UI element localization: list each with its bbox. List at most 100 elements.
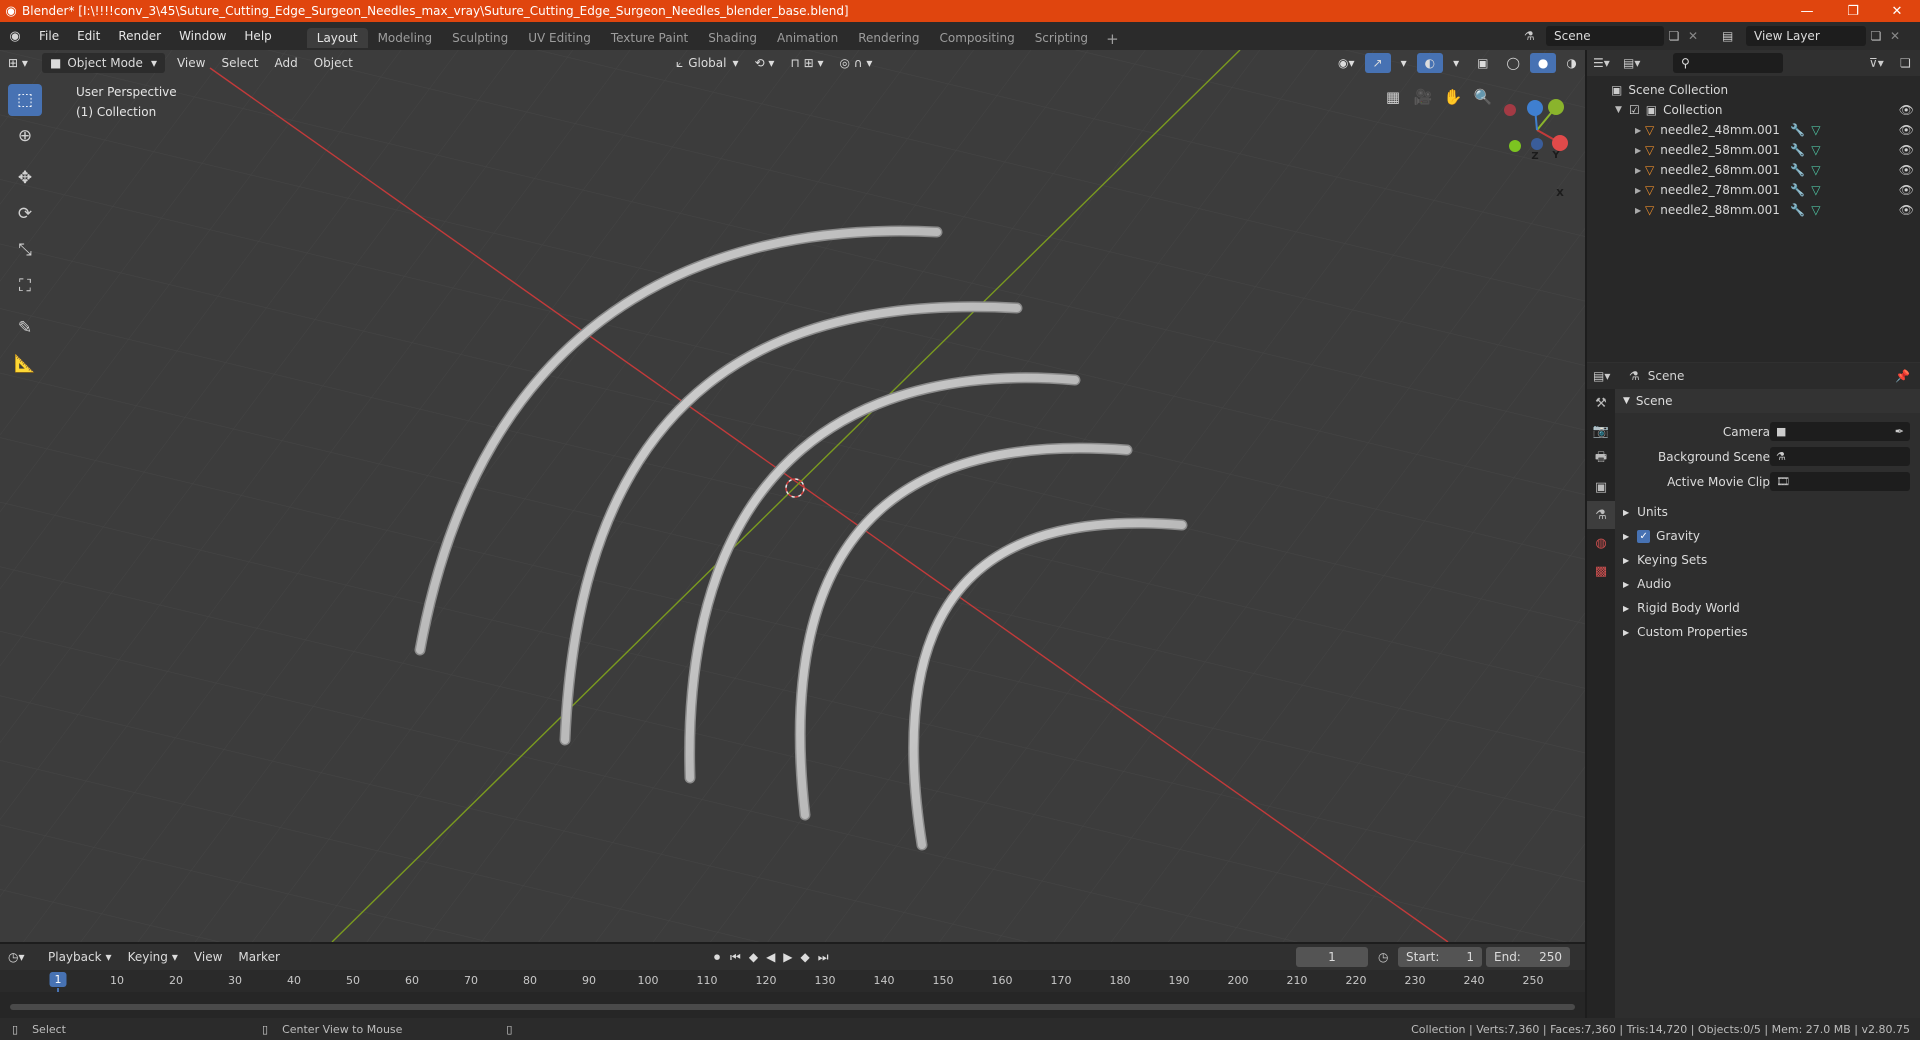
gravity-checkbox[interactable]: ✓ (1637, 529, 1651, 543)
new-collection-icon[interactable]: ❏ (1900, 56, 1911, 70)
jump-start-icon[interactable]: ⏮ (728, 947, 743, 967)
mesh-data-icon[interactable]: ▽ (1811, 143, 1820, 157)
start-frame-field[interactable]: Start: 1 (1398, 947, 1482, 967)
texture-tab-icon[interactable]: ▩ (1587, 557, 1615, 585)
display-mode-icon[interactable]: ▤▾ (1623, 56, 1663, 70)
minimize-button[interactable]: — (1784, 0, 1830, 22)
jump-end-icon[interactable]: ⏭ (816, 947, 831, 967)
transform-tool-icon[interactable]: ⛶ (8, 270, 42, 302)
modifier-wrench-icon[interactable]: 🔧 (1790, 203, 1805, 217)
custom-properties-panel[interactable]: ▶ Custom Properties (1615, 620, 1920, 644)
outliner-scene-collection[interactable]: ▣ Scene Collection (1587, 80, 1920, 100)
clock-icon[interactable]: ◷ (1378, 950, 1388, 964)
expand-arrow-icon[interactable]: ▶ (1635, 126, 1645, 135)
menu-add[interactable]: Add (266, 53, 305, 73)
filter-icon[interactable]: ⊽▾ (1869, 56, 1884, 70)
tab-texture-paint[interactable]: Texture Paint (601, 28, 698, 48)
mesh-data-icon[interactable]: ▽ (1811, 183, 1820, 197)
expand-arrow-icon[interactable]: ▶ (1635, 206, 1645, 215)
outliner-item[interactable]: ▶ ▽ needle2_68mm.001 🔧 ▽ 👁 (1587, 160, 1920, 180)
tab-rendering[interactable]: Rendering (848, 28, 929, 48)
expand-arrow-icon[interactable]: ▶ (1635, 186, 1645, 195)
blender-menu-icon[interactable]: ◉ (0, 29, 30, 44)
menu-select[interactable]: Select (213, 53, 266, 73)
pivot-point-icon[interactable]: ⟲ ▾ (747, 53, 783, 73)
visibility-icon[interactable]: ◉▾ (1330, 53, 1363, 73)
end-frame-field[interactable]: End: 250 (1486, 947, 1570, 967)
menu-edit[interactable]: Edit (68, 29, 109, 43)
tab-sculpting[interactable]: Sculpting (442, 28, 518, 48)
cursor-tool-icon[interactable]: ⊕ (8, 120, 42, 152)
rigid-body-world-panel[interactable]: ▶ Rigid Body World (1615, 596, 1920, 620)
editor-type-icon[interactable]: ⊞ ▾ (0, 53, 42, 73)
viewport-canvas[interactable] (0, 50, 1585, 942)
3d-viewport[interactable]: X Y Z ⊞ ▾ ■ Object Mode ▾ View Select Ad… (0, 50, 1585, 942)
outliner-item[interactable]: ▶ ▽ needle2_88mm.001 🔧 ▽ 👁 (1587, 200, 1920, 220)
new-view-layer-icon[interactable]: ❏ (1866, 29, 1886, 43)
active-movie-clip-field[interactable]: 🎞 (1770, 472, 1910, 491)
proportional-editing-icon[interactable]: ◎ ∩ ▾ (832, 53, 881, 73)
menu-timeline-view[interactable]: View (186, 947, 230, 967)
eyedropper-icon[interactable]: ✒ (1895, 425, 1904, 438)
timeline-editor-icon[interactable]: ◷▾ (0, 947, 40, 967)
toggle-ortho-icon[interactable]: ▦ (1380, 84, 1406, 110)
mesh-data-icon[interactable]: ▽ (1811, 123, 1820, 137)
tab-modeling[interactable]: Modeling (368, 28, 443, 48)
solid-shading-icon[interactable]: ● (1529, 53, 1557, 73)
overlay-dropdown-icon[interactable]: ▾ (1445, 53, 1467, 73)
scene-name-field[interactable]: Scene (1546, 26, 1664, 46)
menu-marker[interactable]: Marker (230, 947, 287, 967)
scene-tab-icon[interactable]: ⚗ (1587, 501, 1615, 529)
timeline-ruler[interactable]: 1 10 20 30 40 50 60 70 80 90 100 110 120 130 140 150 160… (0, 970, 1585, 1022)
checkbox-icon[interactable]: ☑ (1629, 103, 1640, 117)
play-icon[interactable]: ▶ (781, 947, 794, 967)
scene-section-header[interactable]: ▼ Scene (1615, 389, 1920, 413)
timeline-scrollbar[interactable] (10, 1004, 1575, 1010)
mode-dropdown[interactable]: ■ Object Mode ▾ (42, 53, 165, 73)
new-scene-icon[interactable]: ❏ (1664, 29, 1684, 43)
menu-object[interactable]: Object (306, 53, 361, 73)
current-frame-field[interactable]: 1 (1296, 947, 1368, 967)
gizmo-toggle-icon[interactable]: ↗ (1364, 53, 1391, 73)
render-tab-icon[interactable]: 📷 (1587, 417, 1615, 445)
mesh-data-icon[interactable]: ▽ (1811, 163, 1820, 177)
outliner-item[interactable]: ▶ ▽ needle2_48mm.001 🔧 ▽ 👁 (1587, 120, 1920, 140)
keying-sets-panel[interactable]: ▶ Keying Sets (1615, 548, 1920, 572)
maximize-button[interactable]: ❐ (1830, 0, 1876, 22)
modifier-wrench-icon[interactable]: 🔧 (1790, 143, 1805, 157)
camera-field[interactable]: ■ ✒ (1770, 422, 1910, 441)
menu-file[interactable]: File (30, 29, 68, 43)
tab-scripting[interactable]: Scripting (1025, 28, 1098, 48)
close-button[interactable]: ✕ (1874, 0, 1920, 22)
tool-tab-icon[interactable]: ⚒ (1587, 389, 1615, 417)
menu-help[interactable]: Help (235, 29, 280, 43)
play-reverse-icon[interactable]: ◀ (764, 947, 777, 967)
scale-tool-icon[interactable]: ⤡ (8, 234, 42, 266)
menu-keying[interactable]: Keying ▾ (120, 947, 186, 967)
eye-icon[interactable]: 👁 (1899, 103, 1914, 117)
annotate-tool-icon[interactable]: ✎ (8, 312, 42, 344)
properties-editor-icon[interactable]: ▤▾ (1593, 369, 1629, 383)
wireframe-shading-icon[interactable]: ◯ (1498, 53, 1527, 73)
audio-panel[interactable]: ▶ Audio (1615, 572, 1920, 596)
tab-compositing[interactable]: Compositing (929, 28, 1024, 48)
outliner-collection[interactable]: ▼ ☑ ▣ Collection 👁 (1587, 100, 1920, 120)
outliner-item[interactable]: ▶ ▽ needle2_58mm.001 🔧 ▽ 👁 (1587, 140, 1920, 160)
eye-icon[interactable]: 👁 (1899, 143, 1914, 157)
delete-view-layer-icon[interactable]: ✕ (1886, 29, 1904, 43)
outliner[interactable]: ☰▾ ▤▾ ⚲ ⊽▾ ❏ ▣ Scene Collection ▼ ☑ ▣ Co… (1587, 50, 1920, 362)
menu-playback[interactable]: Playback ▾ (40, 947, 120, 967)
delete-scene-icon[interactable]: ✕ (1684, 29, 1702, 43)
record-icon[interactable]: ⏺ (710, 947, 724, 967)
menu-render[interactable]: Render (109, 29, 170, 43)
eye-icon[interactable]: 👁 (1899, 123, 1914, 137)
transform-orientation-dropdown[interactable]: ⟀ Global ▾ (668, 53, 747, 73)
mesh-data-icon[interactable]: ▽ (1811, 203, 1820, 217)
menu-view[interactable]: View (169, 53, 213, 73)
scene-icon[interactable]: ⚗ (1524, 29, 1546, 43)
select-box-tool-icon[interactable]: ⬚ (8, 84, 42, 116)
pan-hand-icon[interactable]: ✋ (1440, 84, 1466, 110)
outliner-item[interactable]: ▶ ▽ needle2_78mm.001 🔧 ▽ 👁 (1587, 180, 1920, 200)
material-shading-icon[interactable]: ◑ (1558, 53, 1584, 73)
xray-icon[interactable]: ▣ (1469, 53, 1496, 73)
